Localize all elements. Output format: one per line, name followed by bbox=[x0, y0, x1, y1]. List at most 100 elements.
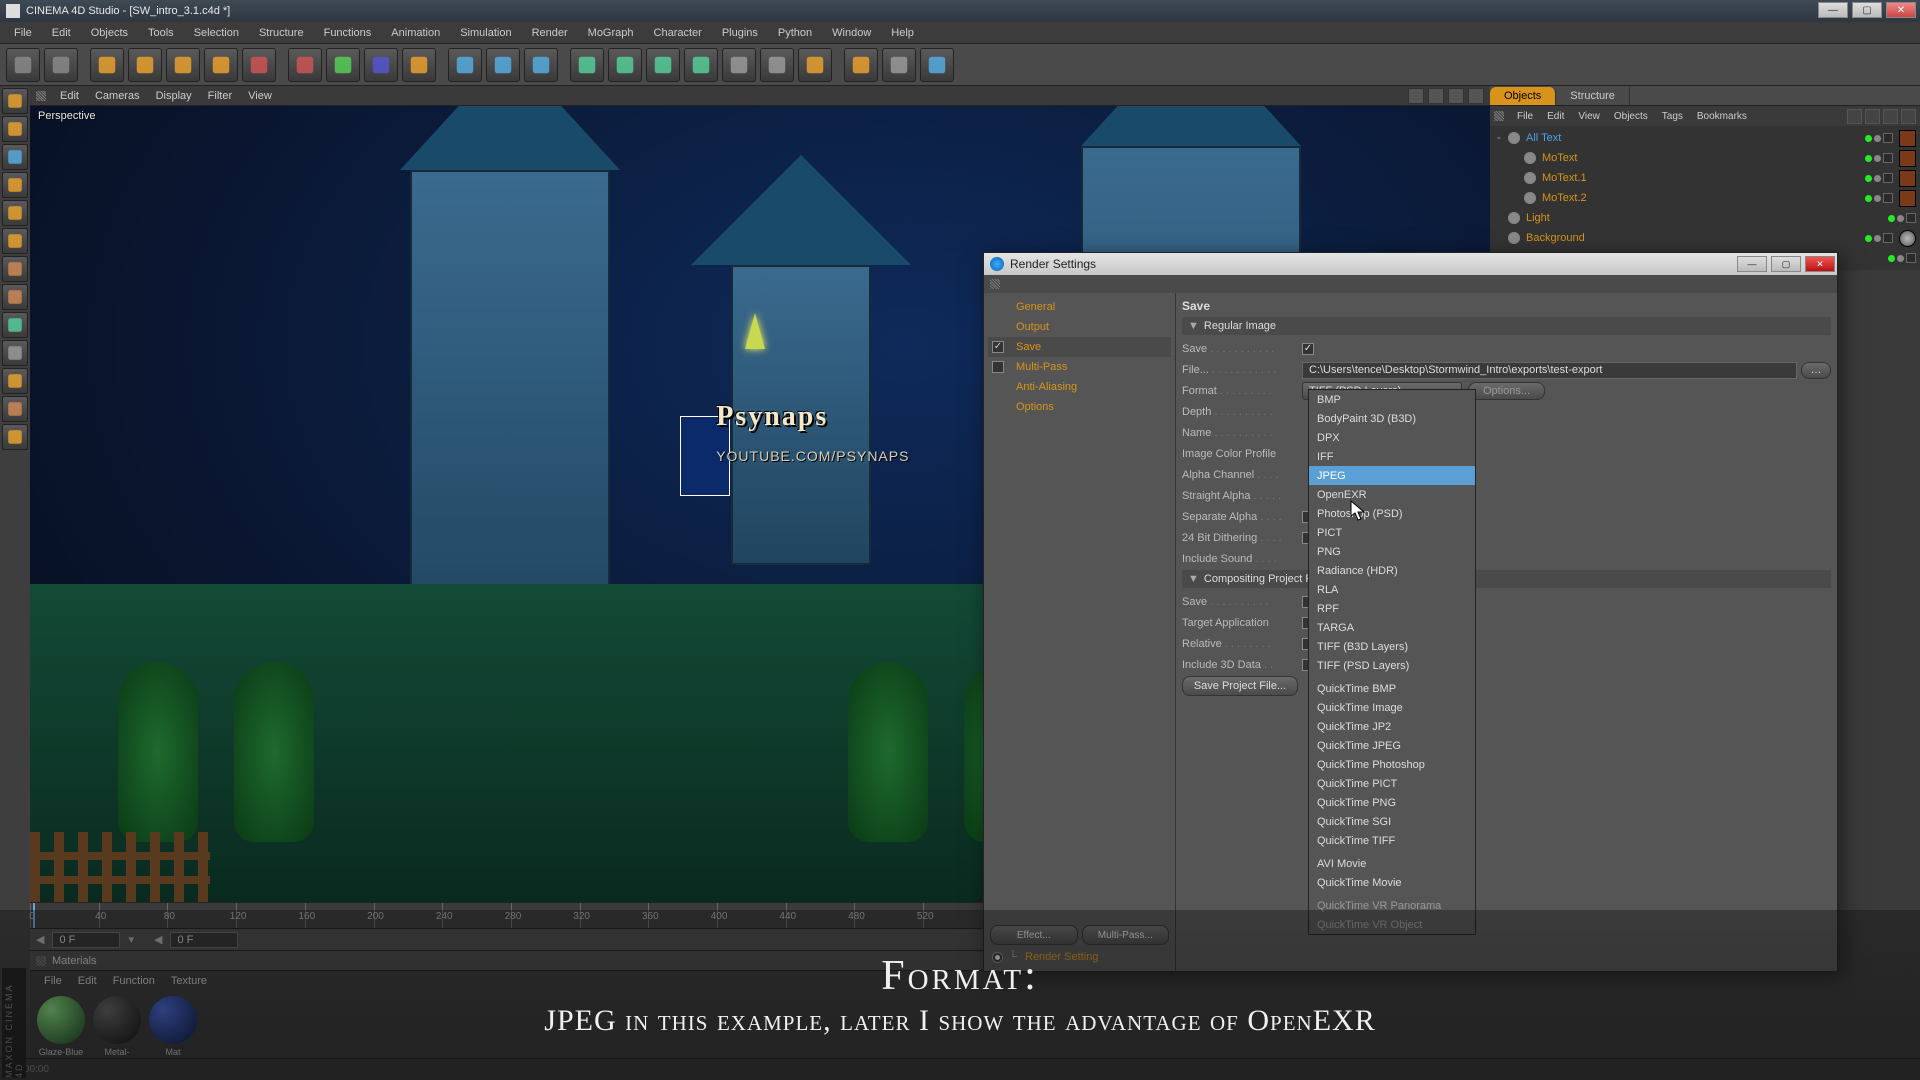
objects-menu-bookmarks[interactable]: Bookmarks bbox=[1690, 109, 1754, 124]
layout-icon[interactable] bbox=[882, 48, 916, 82]
visibility-editor-toggle[interactable] bbox=[1865, 235, 1872, 242]
frame-arrow-left-icon[interactable]: ◀ bbox=[36, 933, 44, 946]
dialog-close-button[interactable]: ✕ bbox=[1805, 256, 1835, 272]
object-tree-row[interactable]: MoText.2 bbox=[1490, 188, 1920, 208]
format-option[interactable]: DPX bbox=[1309, 428, 1475, 447]
viewport-rotate-icon[interactable] bbox=[1448, 88, 1464, 104]
enable-toggle[interactable] bbox=[1906, 253, 1916, 263]
format-option[interactable]: QuickTime Movie bbox=[1309, 873, 1475, 892]
save-project-file-button[interactable]: Save Project File... bbox=[1182, 676, 1298, 696]
format-option[interactable]: OpenEXR bbox=[1309, 485, 1475, 504]
category-checkbox[interactable] bbox=[992, 361, 1004, 373]
multipass-button[interactable]: Multi-Pass... bbox=[1082, 925, 1170, 945]
visibility-editor-toggle[interactable] bbox=[1888, 215, 1895, 222]
render-view-icon[interactable] bbox=[448, 48, 482, 82]
format-options-button[interactable]: Options... bbox=[1468, 382, 1545, 400]
spline-icon[interactable] bbox=[608, 48, 642, 82]
axis-x-icon[interactable] bbox=[288, 48, 322, 82]
enable-toggle[interactable] bbox=[1883, 133, 1893, 143]
object-tag-icon[interactable] bbox=[1899, 170, 1916, 187]
tree-expand-icon[interactable] bbox=[1510, 173, 1520, 183]
format-option[interactable]: QuickTime PNG bbox=[1309, 793, 1475, 812]
window-minimize-button[interactable]: — bbox=[1818, 2, 1848, 18]
enable-toggle[interactable] bbox=[1883, 153, 1893, 163]
frame-arrow-left-2-icon[interactable]: ◀ bbox=[154, 933, 162, 946]
polygon-icon[interactable] bbox=[2, 228, 28, 254]
category-multipass[interactable]: Multi-Pass bbox=[988, 357, 1171, 377]
help-icon[interactable] bbox=[844, 48, 878, 82]
point-icon[interactable] bbox=[2, 172, 28, 198]
menu-window[interactable]: Window bbox=[822, 24, 881, 42]
format-option[interactable]: QuickTime Image bbox=[1309, 698, 1475, 717]
format-option[interactable]: QuickTime BMP bbox=[1309, 679, 1475, 698]
environment-icon[interactable] bbox=[760, 48, 794, 82]
menu-plugins[interactable]: Plugins bbox=[712, 24, 768, 42]
object-tree-row[interactable]: -All Text bbox=[1490, 128, 1920, 148]
menu-tools[interactable]: Tools bbox=[138, 24, 184, 42]
frame-dropdown-icon[interactable]: ▾ bbox=[128, 933, 134, 946]
viewport-menu-edit[interactable]: Edit bbox=[52, 88, 87, 104]
dialog-titlebar[interactable]: Render Settings — ▢ ✕ bbox=[984, 253, 1837, 275]
format-option[interactable]: PNG bbox=[1309, 542, 1475, 561]
render-setting-item[interactable]: Render Setting bbox=[1025, 951, 1098, 963]
viewport-menu-display[interactable]: Display bbox=[148, 88, 200, 104]
enable-toggle[interactable] bbox=[1906, 213, 1916, 223]
layer-icon[interactable] bbox=[2, 424, 28, 450]
object-tree-row[interactable]: Light bbox=[1490, 208, 1920, 228]
menu-objects[interactable]: Objects bbox=[81, 24, 138, 42]
viewport-zoom-icon[interactable] bbox=[1428, 88, 1444, 104]
workplane-icon[interactable] bbox=[2, 144, 28, 170]
viewport-layout-icon[interactable] bbox=[1468, 88, 1484, 104]
visibility-render-toggle[interactable] bbox=[1874, 235, 1881, 242]
effect-button[interactable]: Effect... bbox=[990, 925, 1078, 945]
format-option[interactable]: Radiance (HDR) bbox=[1309, 561, 1475, 580]
category-options[interactable]: Options bbox=[988, 397, 1171, 417]
compositing-section[interactable]: ▼Compositing Project File bbox=[1182, 570, 1831, 588]
dialog-maximize-button[interactable]: ▢ bbox=[1771, 256, 1801, 272]
visibility-render-toggle[interactable] bbox=[1874, 195, 1881, 202]
file-path-input[interactable] bbox=[1302, 362, 1797, 379]
frame-current-field[interactable]: 0 F bbox=[170, 932, 238, 948]
visibility-editor-toggle[interactable] bbox=[1865, 135, 1872, 142]
visibility-render-toggle[interactable] bbox=[1897, 255, 1904, 262]
tab-structure[interactable]: Structure bbox=[1556, 87, 1630, 105]
visibility-editor-toggle[interactable] bbox=[1865, 175, 1872, 182]
window-close-button[interactable]: ✕ bbox=[1886, 2, 1916, 18]
object-tree-row[interactable]: MoText.1 bbox=[1490, 168, 1920, 188]
format-option[interactable]: AVI Movie bbox=[1309, 854, 1475, 873]
menu-edit[interactable]: Edit bbox=[42, 24, 81, 42]
category-checkbox[interactable] bbox=[992, 341, 1004, 353]
category-general[interactable]: General bbox=[988, 297, 1171, 317]
menu-structure[interactable]: Structure bbox=[249, 24, 314, 42]
format-option[interactable]: QuickTime VR Panorama bbox=[1309, 896, 1475, 915]
regular-image-section[interactable]: ▼Regular Image bbox=[1182, 317, 1831, 335]
format-option[interactable]: TIFF (B3D Layers) bbox=[1309, 637, 1475, 656]
enable-toggle[interactable] bbox=[1883, 173, 1893, 183]
redo-icon[interactable] bbox=[44, 48, 78, 82]
visibility-render-toggle[interactable] bbox=[1897, 215, 1904, 222]
frame-start-field[interactable]: 0 F bbox=[52, 932, 120, 948]
format-option[interactable]: QuickTime JP2 bbox=[1309, 717, 1475, 736]
uv-poly-icon[interactable] bbox=[2, 284, 28, 310]
objects-menu-view[interactable]: View bbox=[1571, 109, 1607, 124]
tab-objects[interactable]: Objects bbox=[1490, 87, 1556, 105]
visibility-editor-toggle[interactable] bbox=[1888, 255, 1895, 262]
object-tag-icon[interactable] bbox=[1899, 130, 1916, 147]
timeline-playhead[interactable] bbox=[33, 903, 35, 928]
scale-icon[interactable] bbox=[166, 48, 200, 82]
edge-icon[interactable] bbox=[2, 200, 28, 226]
primitive-icon[interactable] bbox=[570, 48, 604, 82]
category-save[interactable]: Save bbox=[988, 337, 1171, 357]
menu-character[interactable]: Character bbox=[644, 24, 712, 42]
tree-expand-icon[interactable]: - bbox=[1494, 133, 1504, 143]
menu-selection[interactable]: Selection bbox=[184, 24, 249, 42]
deformer-icon[interactable] bbox=[722, 48, 756, 82]
animation-icon[interactable] bbox=[2, 340, 28, 366]
object-tag-icon[interactable] bbox=[1899, 150, 1916, 167]
search-icon[interactable] bbox=[1847, 109, 1862, 124]
format-option[interactable]: RPF bbox=[1309, 599, 1475, 618]
visibility-editor-toggle[interactable] bbox=[1865, 155, 1872, 162]
undo-icon[interactable] bbox=[6, 48, 40, 82]
reset-icon[interactable] bbox=[242, 48, 276, 82]
menu-help[interactable]: Help bbox=[881, 24, 924, 42]
